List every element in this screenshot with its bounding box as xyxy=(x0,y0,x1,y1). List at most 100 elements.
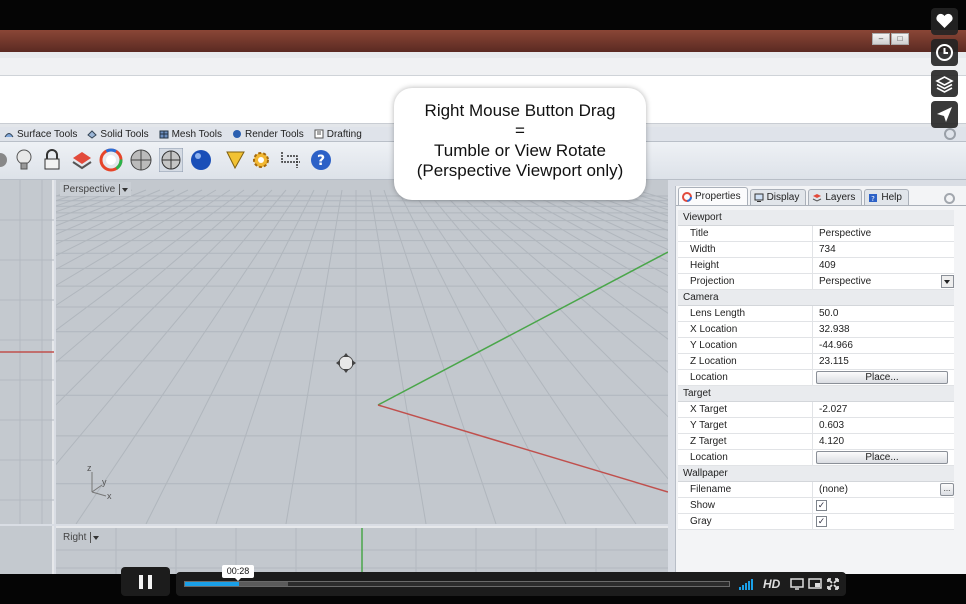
prop-name: Lens Length xyxy=(678,306,813,321)
prop-value-target-location: Place... xyxy=(813,450,954,465)
prop-row-x-location: X Location 32.938 xyxy=(678,322,954,338)
tab-drafting[interactable]: Drafting xyxy=(314,129,362,140)
prop-value-x-location[interactable]: 32.938 xyxy=(813,322,954,337)
viewport-title-perspective[interactable]: Perspective xyxy=(60,182,132,196)
hd-toggle-button[interactable]: HD xyxy=(763,577,780,591)
help-icon[interactable]: ? xyxy=(309,148,333,172)
progress-played xyxy=(185,582,240,586)
pause-button[interactable] xyxy=(121,567,170,596)
pip-icon[interactable] xyxy=(808,577,822,591)
prop-row-projection: Projection Perspective xyxy=(678,274,954,290)
viewport-menu-dropdown-icon[interactable] xyxy=(90,531,100,543)
viewport-title-right[interactable]: Right xyxy=(60,530,102,544)
volume-control[interactable] xyxy=(739,579,758,590)
section-wallpaper[interactable]: Wallpaper xyxy=(678,466,954,482)
sphere-blue-icon[interactable] xyxy=(189,148,213,172)
dimension-icon[interactable] xyxy=(279,148,303,172)
prop-row-z-target: Z Target 4.120 xyxy=(678,434,954,450)
camera-place-button[interactable]: Place... xyxy=(816,371,948,384)
viewport-title-label: Right xyxy=(63,531,87,543)
chevron-down-icon[interactable] xyxy=(941,275,954,288)
toolbar-settings-gear-icon[interactable] xyxy=(944,128,956,140)
tab-solid-tools[interactable]: Solid Tools xyxy=(87,129,149,140)
show-checkbox[interactable]: ✓ xyxy=(816,500,827,511)
tab-label: Display xyxy=(766,192,800,203)
prop-value-x-target[interactable]: -2.027 xyxy=(813,402,954,417)
collections-button[interactable] xyxy=(931,70,958,97)
section-camera[interactable]: Camera xyxy=(678,290,954,306)
share-button[interactable] xyxy=(931,101,958,128)
prop-value-height[interactable]: 409 xyxy=(813,258,954,273)
axis-label-x: x xyxy=(107,491,112,501)
playback-time: 00:28 xyxy=(222,565,254,581)
tab-display[interactable]: Display xyxy=(749,189,807,205)
prop-value-lens-length[interactable]: 50.0 xyxy=(813,306,954,321)
prop-value-y-location[interactable]: -44.966 xyxy=(813,338,954,353)
section-viewport[interactable]: Viewport xyxy=(678,210,954,226)
sphere-gray-icon[interactable] xyxy=(129,148,153,172)
prop-value-width[interactable]: 734 xyxy=(813,242,954,257)
sphere-shaded-icon[interactable] xyxy=(159,148,183,172)
sun-gear-icon[interactable] xyxy=(249,148,273,172)
svg-text:?: ? xyxy=(317,153,325,169)
tab-mesh-tools[interactable]: Mesh Tools xyxy=(159,129,222,140)
prop-row-z-location: Z Location 23.115 xyxy=(678,354,954,370)
prop-name: Filename xyxy=(678,482,813,497)
prop-value-title[interactable]: Perspective xyxy=(813,226,954,241)
prop-value-show: ✓ xyxy=(813,498,954,513)
prop-name: Width xyxy=(678,242,813,257)
top-viewport-edge[interactable] xyxy=(0,180,54,524)
perspective-grid: z y x xyxy=(56,189,668,524)
prop-row-show: Show ✓ xyxy=(678,498,954,514)
tab-layers[interactable]: Layers xyxy=(808,189,863,205)
color-wheel-icon[interactable] xyxy=(99,148,123,172)
top-viewport-grid xyxy=(0,180,54,524)
video-letterbox-top xyxy=(0,0,966,30)
prop-value-z-location[interactable]: 23.115 xyxy=(813,354,954,369)
annotation-line: = xyxy=(515,121,525,140)
tab-label: Help xyxy=(881,192,902,203)
panel-settings-gear-icon[interactable] xyxy=(944,193,955,204)
fullscreen-icon[interactable] xyxy=(826,577,840,591)
tab-label: Surface Tools xyxy=(17,128,78,140)
prop-name: Gray xyxy=(678,514,813,529)
viewport-menu-dropdown-icon[interactable] xyxy=(119,183,129,195)
light-bulb-icon[interactable] xyxy=(12,148,36,172)
lower-left-viewport-edge[interactable] xyxy=(0,526,54,574)
clock-icon xyxy=(936,44,953,61)
perspective-viewport[interactable]: z y x Perspective xyxy=(56,180,668,524)
tab-properties[interactable]: Properties xyxy=(678,187,748,205)
like-button[interactable] xyxy=(931,8,958,35)
prop-name: Y Location xyxy=(678,338,813,353)
browse-file-button[interactable]: ... xyxy=(940,483,954,496)
tab-label: Properties xyxy=(695,191,741,202)
section-target[interactable]: Target xyxy=(678,386,954,402)
prop-value-y-target[interactable]: 0.603 xyxy=(813,418,954,433)
target-place-button[interactable]: Place... xyxy=(816,451,948,464)
scaled-icon[interactable] xyxy=(790,577,804,591)
watch-later-button[interactable] xyxy=(931,39,958,66)
prop-value-z-target[interactable]: 4.120 xyxy=(813,434,954,449)
material-icon[interactable] xyxy=(70,148,94,172)
tab-render-tools[interactable]: Render Tools xyxy=(232,129,304,140)
send-icon xyxy=(937,107,952,122)
progress-slider[interactable] xyxy=(184,581,730,587)
tab-help[interactable]: ? Help xyxy=(864,189,909,205)
filename-value: (none) xyxy=(819,484,848,495)
projection-select[interactable]: Perspective xyxy=(813,274,954,289)
gray-checkbox[interactable]: ✓ xyxy=(816,516,827,527)
prop-name: Show xyxy=(678,498,813,513)
prop-name: Projection xyxy=(678,274,813,289)
prop-row-filename: Filename (none) ... xyxy=(678,482,954,498)
annotation-line: Right Mouse Button Drag xyxy=(424,101,616,120)
spotlight-icon[interactable] xyxy=(224,148,248,172)
tab-surface-tools[interactable]: Surface Tools xyxy=(4,129,77,140)
maximize-button[interactable]: □ xyxy=(891,33,909,45)
minimize-button[interactable]: – xyxy=(872,33,890,45)
axis-label-z: z xyxy=(87,463,92,473)
surface-tools-icon xyxy=(4,133,14,138)
prop-name: Y Target xyxy=(678,418,813,433)
pause-icon xyxy=(139,575,143,589)
property-grid: Viewport Title Perspective Width 734 Hei… xyxy=(678,210,954,530)
lock-icon[interactable] xyxy=(40,148,64,172)
